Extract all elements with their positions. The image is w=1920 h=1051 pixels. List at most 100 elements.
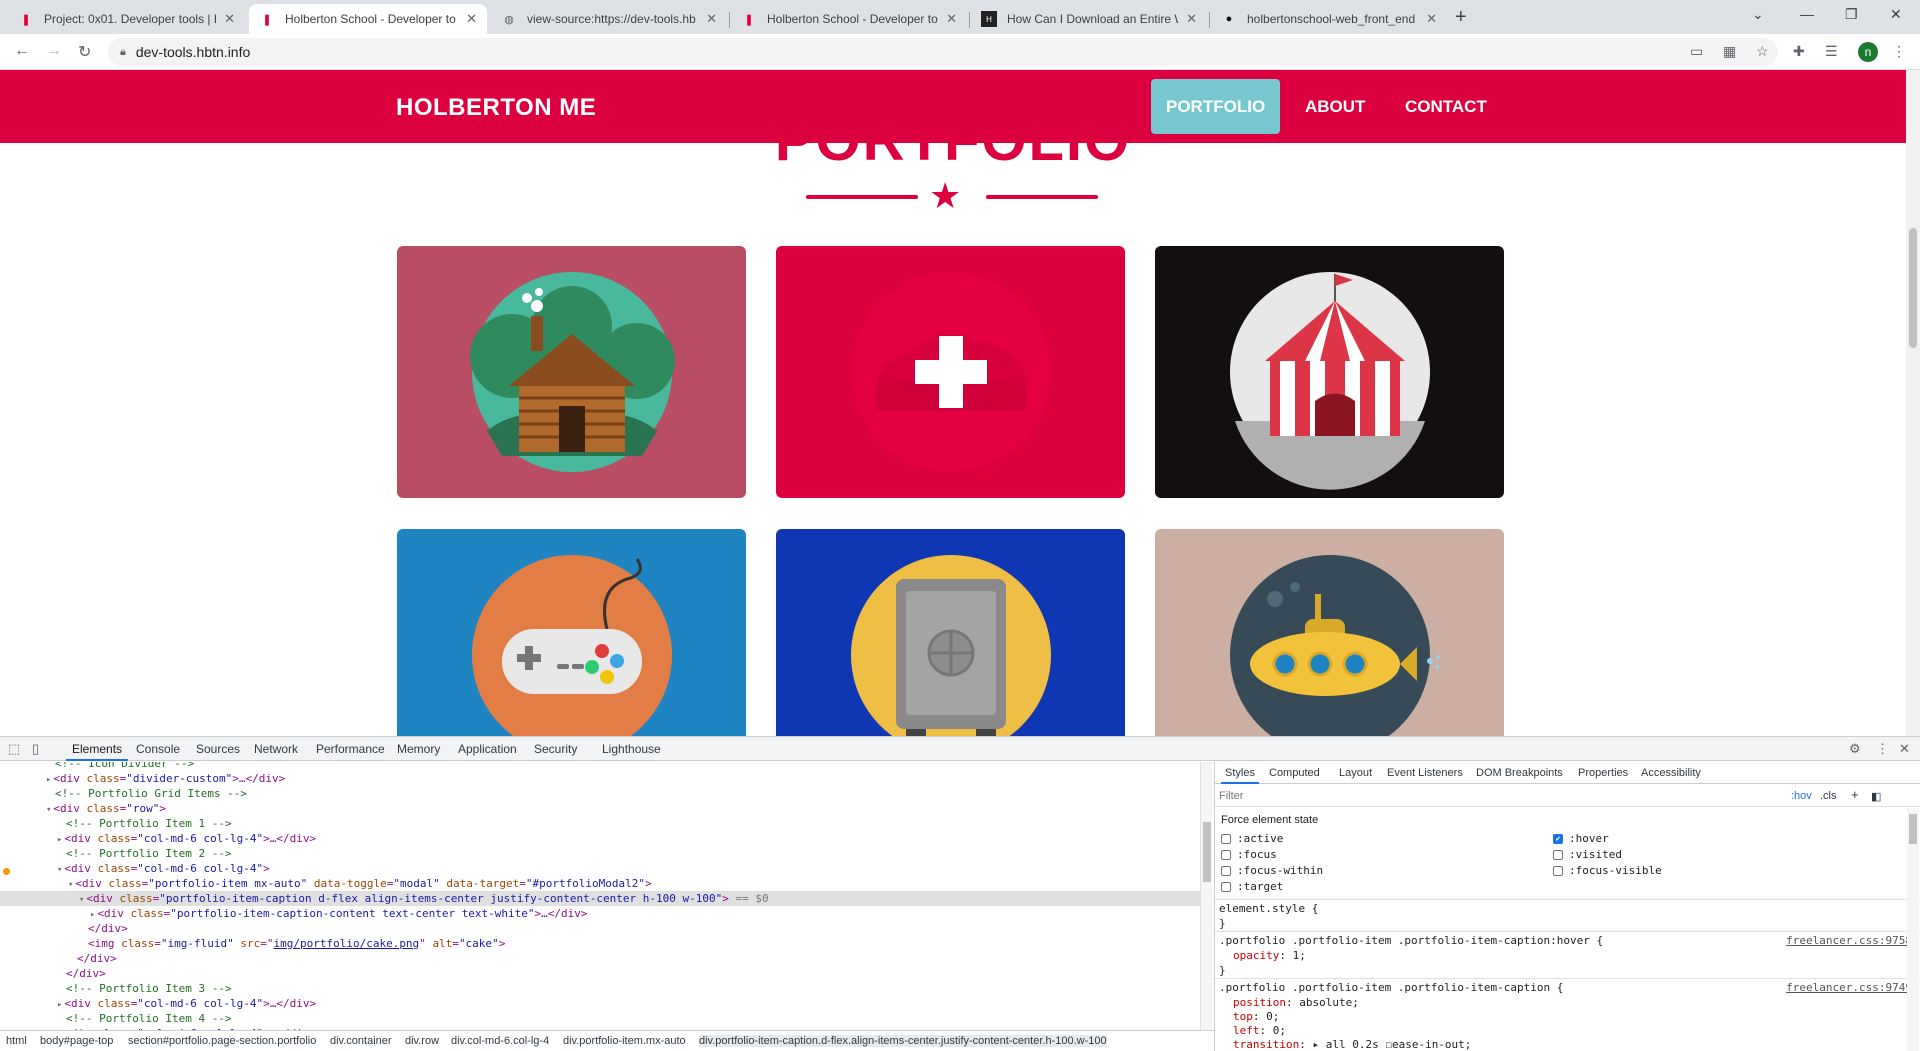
state-visited[interactable]: :visited	[1553, 848, 1622, 861]
state-focus[interactable]: :focus	[1221, 848, 1277, 861]
portfolio-item-cake[interactable]	[776, 246, 1125, 498]
css-declaration[interactable]: opacity: 1;	[1233, 949, 1306, 962]
close-icon[interactable]: ✕	[224, 11, 235, 27]
cast-icon[interactable]: ▭	[1690, 43, 1703, 60]
devtools-tab-console[interactable]: Console	[136, 742, 180, 756]
dom-node[interactable]: </div>	[88, 921, 128, 936]
styles-tab-dom-breakpoints[interactable]: DOM Breakpoints	[1476, 767, 1563, 779]
devtools-tab-memory[interactable]: Memory	[397, 742, 440, 756]
breadcrumb-item[interactable]: body#page-top	[40, 1035, 113, 1047]
tab-search-icon[interactable]: ⌄	[1752, 6, 1764, 23]
breadcrumb-item[interactable]: div.row	[405, 1035, 439, 1047]
menu-kebab-icon[interactable]: ⋮	[1892, 43, 1906, 60]
forward-icon[interactable]: →	[46, 42, 62, 60]
page-scrollbar[interactable]	[1906, 70, 1920, 736]
extensions-icon[interactable]: ✚	[1793, 43, 1805, 60]
window-close-icon[interactable]: ✕	[1890, 6, 1902, 23]
devtools-tab-application[interactable]: Application	[458, 742, 517, 756]
breadcrumb-item[interactable]: div.col-md-6.col-lg-4	[451, 1035, 549, 1047]
breadcrumb-item[interactable]: html	[6, 1035, 27, 1047]
nav-portfolio[interactable]: PORTFOLIO	[1151, 79, 1281, 134]
dom-node[interactable]: </div>	[77, 951, 117, 966]
reload-icon[interactable]: ↻	[78, 42, 91, 62]
breadcrumb-item[interactable]: section#portfolio.page-section.portfolio	[128, 1035, 316, 1047]
css-selector[interactable]: .portfolio .portfolio-item .portfolio-it…	[1219, 981, 1563, 994]
browser-tab[interactable]: H How Can I Download an Entire W ✕	[971, 4, 1207, 34]
restore-icon[interactable]: ❐	[1845, 6, 1858, 23]
address-bar[interactable]: 🔒︎ dev-tools.hbtn.info	[108, 38, 1778, 66]
css-declaration[interactable]: transition: ▸ all 0.2s ☐ease-in-out;	[1233, 1038, 1471, 1051]
checkbox[interactable]	[1553, 849, 1563, 860]
styles-tab-layout[interactable]: Layout	[1339, 767, 1372, 779]
dom-node[interactable]: <!-- Icon Divider -->	[55, 762, 194, 771]
new-rule-icon[interactable]: +	[1851, 787, 1859, 802]
checkbox[interactable]	[1221, 833, 1231, 844]
state-active[interactable]: :active	[1221, 832, 1283, 845]
portfolio-item-safe[interactable]	[776, 529, 1125, 736]
styles-tab-computed[interactable]: Computed	[1269, 767, 1320, 779]
bookmark-star-icon[interactable]: ☆	[1756, 43, 1769, 60]
scrollbar-thumb[interactable]	[1909, 228, 1917, 348]
breadcrumb-item-current[interactable]: div.portfolio-item-caption.d-flex.align-…	[699, 1035, 1107, 1047]
devtools-close-icon[interactable]: ✕	[1899, 741, 1910, 757]
css-declaration[interactable]: position: absolute;	[1233, 996, 1359, 1009]
checkbox[interactable]	[1221, 849, 1231, 860]
breadcrumb-item[interactable]: div.container	[330, 1035, 392, 1047]
devtools-tab-security[interactable]: Security	[534, 742, 577, 756]
styles-tab-event-listeners[interactable]: Event Listeners	[1387, 767, 1463, 779]
dom-node[interactable]: <!-- Portfolio Item 2 -->	[66, 846, 232, 861]
styles-tab-styles[interactable]: Styles	[1221, 767, 1259, 784]
element-style-rule[interactable]: element.style {	[1219, 902, 1318, 915]
devtools-menu-icon[interactable]: ⋮	[1876, 741, 1889, 757]
close-icon[interactable]: ✕	[1186, 11, 1197, 27]
checkbox[interactable]	[1221, 865, 1231, 876]
device-toolbar-icon[interactable]: ▯	[32, 741, 39, 757]
state-focus-within[interactable]: :focus-within	[1221, 864, 1323, 877]
devtools-tab-sources[interactable]: Sources	[196, 742, 240, 756]
close-icon[interactable]: ✕	[706, 11, 717, 27]
dom-node[interactable]: ▸<div class="col-md-6 col-lg-4">…</div>	[57, 831, 316, 846]
qr-code-icon[interactable]: ▦	[1723, 43, 1736, 60]
close-icon[interactable]: ✕	[466, 11, 477, 27]
dom-node[interactable]: ▸ <div class="divider-custom">…</div>	[46, 771, 285, 786]
dom-node[interactable]: ▸ <div class="portfolio-item-caption-cont…	[90, 906, 588, 921]
dom-node[interactable]: ▸<div class="col-md-6 col-lg-4">…</div>	[57, 996, 316, 1011]
dom-node[interactable]: <!-- Portfolio Item 3 -->	[66, 981, 232, 996]
settings-gear-icon[interactable]: ⚙	[1849, 741, 1861, 757]
dom-node[interactable]: ▾ <div class="portfolio-item mx-auto" dat…	[68, 876, 652, 891]
brand-logo[interactable]: HOLBERTON ME	[396, 94, 596, 122]
checkbox[interactable]	[1553, 865, 1563, 876]
dom-node[interactable]: ▾ <div class="row">	[46, 801, 166, 816]
browser-tab-active[interactable]: ❚ Holberton School - Developer to ✕	[249, 4, 487, 34]
back-icon[interactable]: ←	[14, 42, 30, 60]
browser-tab[interactable]: ● holbertonschool-web_front_end ✕	[1211, 4, 1447, 34]
hov-toggle[interactable]: :hov	[1791, 790, 1812, 802]
checkbox-checked[interactable]: ✔	[1553, 833, 1563, 844]
scrollbar-thumb[interactable]	[1909, 814, 1917, 844]
browser-tab[interactable]: ❚ Holberton School - Developer to ✕	[731, 4, 967, 34]
dom-node[interactable]: <!-- Portfolio Item 1 -->	[66, 816, 232, 831]
toggle-sidebar-icon[interactable]: ◧	[1871, 790, 1881, 803]
scrollbar-thumb[interactable]	[1203, 822, 1211, 882]
styles-tab-accessibility[interactable]: Accessibility	[1641, 767, 1701, 779]
state-hover[interactable]: ✔:hover	[1553, 832, 1609, 845]
inspect-icon[interactable]: ⬚	[8, 741, 20, 757]
browser-tab[interactable]: ❚ Project: 0x01. Developer tools | H ✕	[8, 4, 245, 34]
devtools-tab-elements[interactable]: Elements	[65, 742, 129, 761]
dom-node[interactable]: <!-- Portfolio Grid Items -->	[55, 786, 247, 801]
state-focus-visible[interactable]: :focus-visible	[1553, 864, 1662, 877]
dom-node[interactable]: <!-- Portfolio Item 4 -->	[66, 1011, 232, 1026]
portfolio-item-circus[interactable]	[1155, 246, 1504, 498]
new-tab-icon[interactable]: +	[1455, 6, 1467, 29]
devtools-tab-lighthouse[interactable]: Lighthouse	[602, 742, 661, 756]
avatar[interactable]: n	[1858, 42, 1878, 62]
elements-tree[interactable]: <!-- Icon Divider --> ▸ <div class="divid…	[0, 762, 1200, 1030]
devtools-tab-network[interactable]: Network	[254, 742, 298, 756]
portfolio-item-submarine[interactable]	[1155, 529, 1504, 736]
nav-contact[interactable]: CONTACT	[1390, 79, 1502, 134]
reading-list-icon[interactable]: ☰	[1825, 43, 1838, 60]
state-target[interactable]: :target	[1221, 880, 1283, 893]
dom-node-selected[interactable]: ▾ <div class="portfolio-item-caption d-fl…	[0, 891, 1200, 906]
close-icon[interactable]: ✕	[1426, 11, 1437, 27]
cls-toggle[interactable]: .cls	[1820, 790, 1837, 802]
